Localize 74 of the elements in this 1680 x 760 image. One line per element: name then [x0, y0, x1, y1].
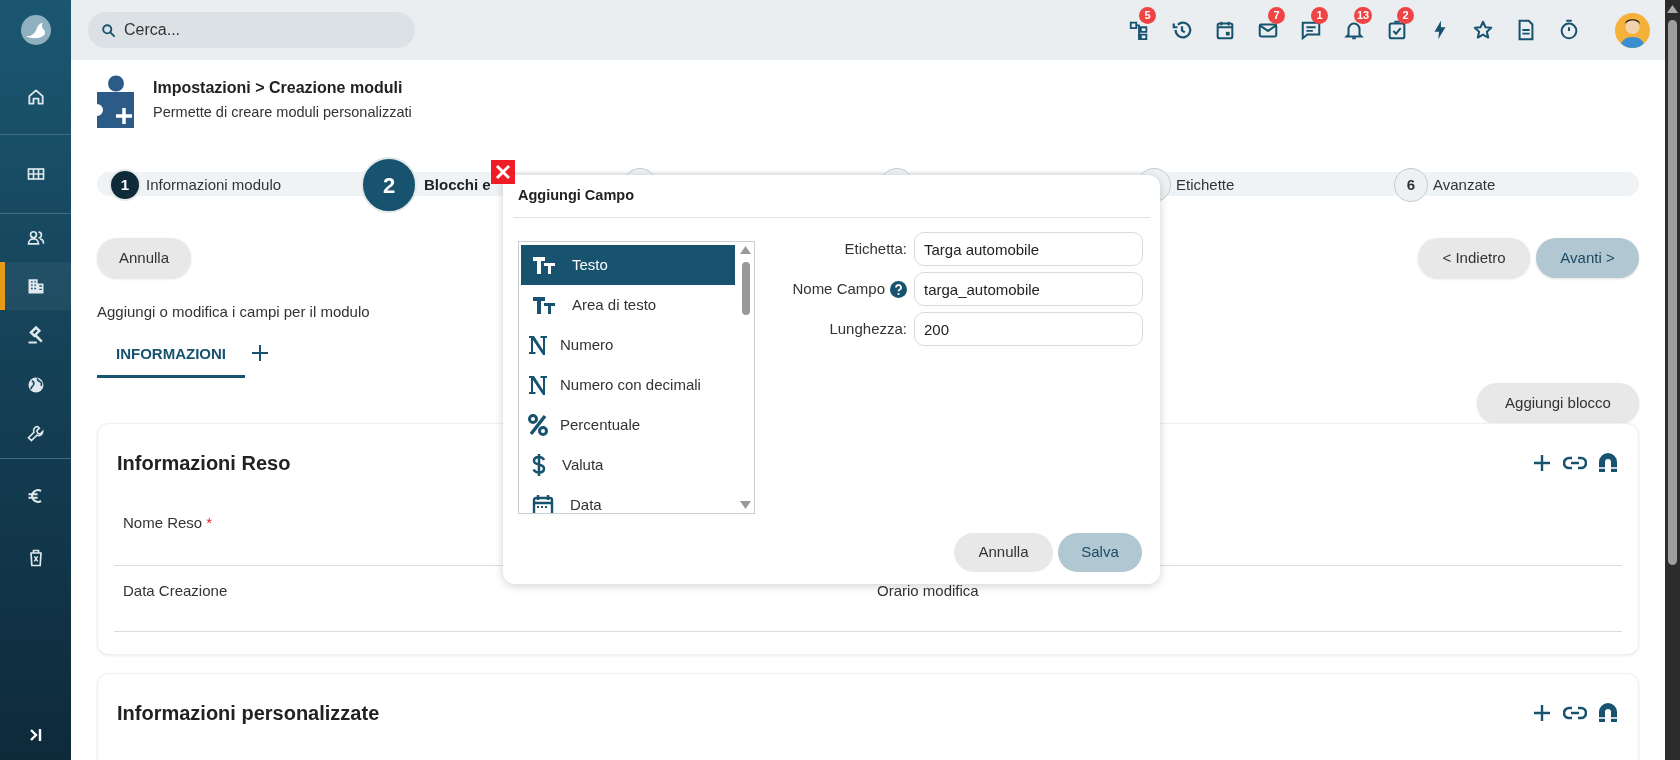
- dialog-title: Aggiungi Campo: [518, 186, 634, 206]
- cancel-button[interactable]: Annulla: [954, 533, 1053, 572]
- field-type-list[interactable]: Testo Area di testo Numero Numero con decimali Percentuale Valuta Data: [518, 241, 755, 514]
- plus-icon[interactable]: [1531, 702, 1553, 724]
- field-label: Orario modifica: [877, 581, 979, 601]
- home-icon: [25, 87, 46, 107]
- field-type-item[interactable]: Percentuale: [521, 405, 735, 445]
- page-title: Impostazioni > Creazione moduli: [153, 78, 404, 98]
- next-button[interactable]: Avanti >: [1536, 238, 1639, 278]
- back-button[interactable]: < Indietro: [1418, 238, 1530, 278]
- step-label: Informazioni modulo: [146, 174, 282, 195]
- step-label: Avanzate: [1433, 174, 1496, 195]
- help-icon[interactable]: [890, 280, 907, 298]
- star-icon[interactable]: [1471, 19, 1494, 41]
- cancel-button[interactable]: Annulla: [97, 238, 192, 278]
- notification-badge: 2: [1397, 6, 1414, 24]
- chat-icon[interactable]: [1299, 19, 1322, 41]
- field-type-item[interactable]: Area di testo: [521, 285, 735, 325]
- magnet-icon[interactable]: [1597, 702, 1619, 724]
- percent-icon: [528, 414, 548, 436]
- wrench-icon: [25, 424, 46, 444]
- history-icon[interactable]: [1170, 19, 1193, 41]
- page-subtitle: Permette di creare moduli personalizzati: [153, 103, 412, 122]
- field-label: Nome Reso: [123, 513, 203, 533]
- scroll-up-icon[interactable]: [1667, 5, 1678, 13]
- field-type-item[interactable]: Numero: [521, 325, 735, 365]
- field-type-item[interactable]: Valuta: [521, 445, 735, 485]
- add-tab-icon[interactable]: [250, 343, 270, 363]
- text-input[interactable]: Targa automobile: [914, 232, 1143, 266]
- intro-text: Aggiungi o modifica i campi per il modulo: [97, 302, 370, 322]
- block-title: Informazioni personalizzate: [117, 701, 380, 726]
- step-label: Etichette: [1176, 174, 1235, 195]
- close-icon: [495, 164, 511, 180]
- calendar-icon: [532, 494, 554, 513]
- scroll-up-icon[interactable]: [740, 246, 751, 254]
- scroll-down-icon[interactable]: [740, 501, 751, 509]
- field-label: Lunghezza:: [829, 318, 907, 339]
- field-type-item[interactable]: Data: [521, 485, 735, 513]
- scrollbar-thumb[interactable]: [1668, 20, 1677, 565]
- scrollbar-thumb[interactable]: [742, 262, 750, 315]
- avatar[interactable]: [1615, 12, 1650, 48]
- search-field[interactable]: Cerca...: [88, 12, 415, 48]
- text-size-icon: [532, 295, 556, 315]
- field-type-item[interactable]: Numero con decimali: [521, 365, 735, 405]
- dollar-icon: [532, 454, 546, 476]
- people-icon: [25, 228, 46, 248]
- close-button[interactable]: [491, 160, 515, 184]
- text-input[interactable]: targa_automobile: [914, 272, 1143, 306]
- field-label: Data Creazione: [123, 581, 228, 601]
- serif-n-icon: [528, 374, 548, 396]
- notification-badge: 1: [1311, 6, 1328, 24]
- page-scrollbar[interactable]: [1665, 0, 1680, 760]
- field-label: Etichetta:: [844, 238, 907, 259]
- field-label: Nome Campo: [792, 278, 885, 299]
- search-icon: [101, 23, 116, 38]
- block-title: Informazioni Reso: [117, 451, 291, 476]
- collapse-icon[interactable]: [27, 727, 44, 743]
- plus-icon[interactable]: [1531, 452, 1553, 474]
- puzzle-plus-icon: [97, 75, 134, 128]
- notification-badge: 5: [1139, 6, 1156, 24]
- serif-n-icon: [528, 334, 548, 356]
- sidebar-item[interactable]: [0, 262, 71, 310]
- notification-badge: 7: [1268, 6, 1285, 24]
- save-button[interactable]: Salva: [1058, 533, 1142, 572]
- add-block-button[interactable]: Aggiungi blocco: [1477, 383, 1639, 423]
- text-input[interactable]: 200: [914, 312, 1143, 346]
- hierarchy-icon[interactable]: [1127, 19, 1150, 41]
- field-type-item[interactable]: Testo: [521, 245, 735, 285]
- text-size-icon: [532, 255, 556, 275]
- magnet-icon[interactable]: [1597, 452, 1619, 474]
- step-label: Blocchi e: [424, 174, 491, 195]
- required-mark: *: [206, 513, 213, 533]
- tab[interactable]: INFORMAZIONI: [97, 334, 245, 378]
- notification-badge: 13: [1354, 6, 1373, 24]
